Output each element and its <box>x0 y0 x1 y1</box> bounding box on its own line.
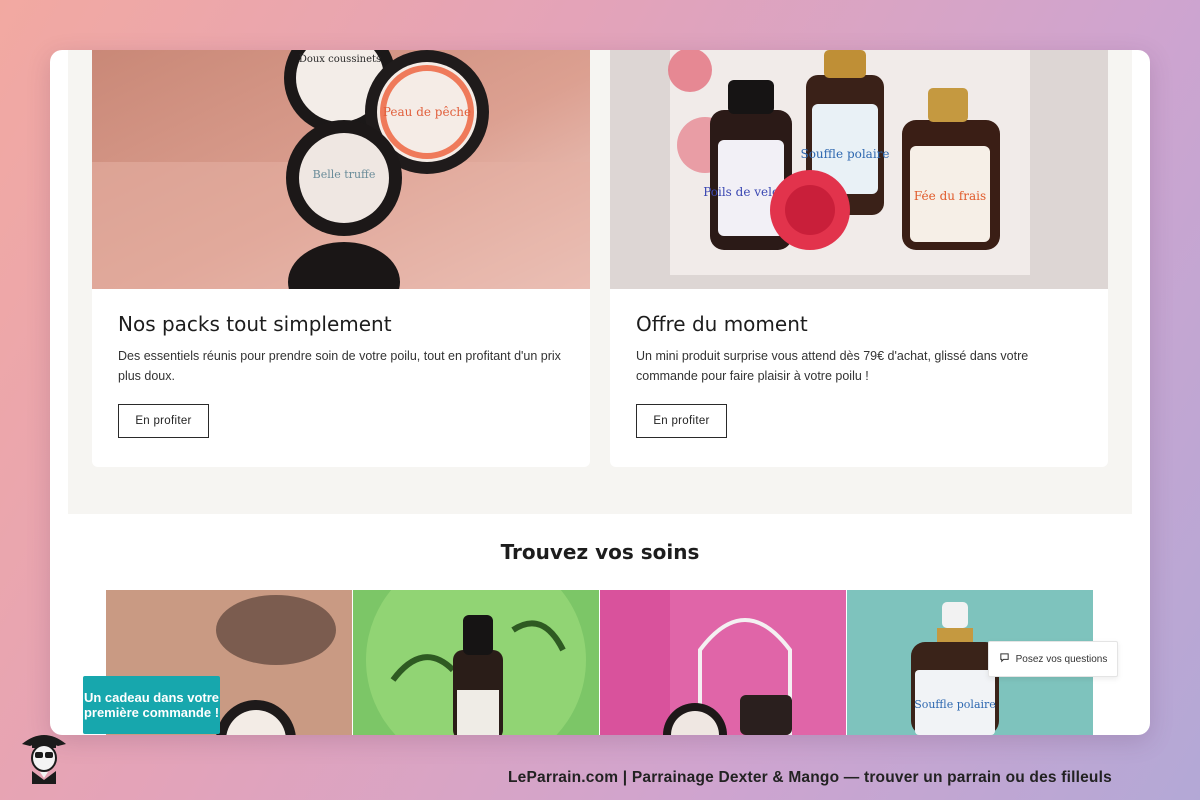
ask-questions-button[interactable]: Posez vos questions <box>988 641 1118 677</box>
tile-serum[interactable] <box>353 590 599 735</box>
offer-cta-button[interactable]: En profiter <box>636 404 727 438</box>
section-title: Trouvez vos soins <box>500 540 700 564</box>
gift-banner[interactable]: Un cadeau dans votre première commande ! <box>83 676 220 734</box>
jar-label-doux: Doux coussinets <box>299 54 381 65</box>
card-offer-title: Offre du moment <box>636 312 808 336</box>
card-offer-description: Un mini produit surprise vous attend dès… <box>636 349 1029 383</box>
card-packs-image[interactable]: Doux coussinets Peau de pêche Belle truf… <box>92 50 590 289</box>
tile-spray-label: Souffle polaire <box>914 698 996 711</box>
bottle-label-souffle: Souffle polaire <box>800 147 889 161</box>
jar-label-peau: Peau de pêche <box>383 105 471 119</box>
footer-caption: LeParrain.com | Parrainage Dexter & Mang… <box>508 769 1112 786</box>
jar-label-truffe: Belle truffe <box>313 168 376 181</box>
product-tiles: Souffle polaire <box>106 590 1094 735</box>
card-offer-image[interactable]: Poils de velours Souffle polaire Fée du … <box>610 50 1108 289</box>
card-packs-description: Des essentiels réunis pour prendre soin … <box>118 349 561 383</box>
gift-banner-text: Un cadeau dans votre première commande ! <box>83 689 220 721</box>
packs-cta-button[interactable]: En profiter <box>118 404 209 438</box>
page-frame: Doux coussinets Peau de pêche Belle truf… <box>50 50 1150 735</box>
chat-bubble-icon <box>999 652 1010 666</box>
ask-questions-label: Posez vos questions <box>1015 653 1108 665</box>
bottle-label-fee: Fée du frais <box>914 189 986 203</box>
card-packs-title: Nos packs tout simplement <box>118 312 392 336</box>
tile-pink-jars[interactable] <box>600 590 846 735</box>
mascot-icon <box>18 728 70 784</box>
card-offer: Poils de velours Souffle polaire Fée du … <box>610 50 1108 467</box>
card-packs: Doux coussinets Peau de pêche Belle truf… <box>92 50 590 467</box>
